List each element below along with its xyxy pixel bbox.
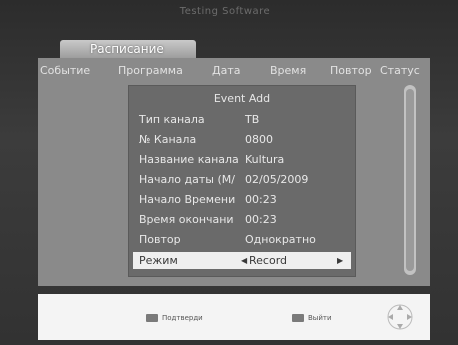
confirm-label: Подтверди (162, 314, 203, 322)
field-channel-name[interactable]: Название канала Kultura (133, 151, 351, 168)
field-channel-number[interactable]: № Канала 0800 (133, 131, 351, 148)
field-label: Начало даты (М/ (139, 173, 235, 186)
event-add-dialog: Event Add Тип канала ТВ № Канала 0800 На… (128, 85, 356, 277)
field-value: Kultura (245, 153, 285, 166)
dialog-title: Event Add (213, 92, 271, 105)
field-value: Однократно (245, 233, 316, 246)
field-label: Время окончани (139, 213, 234, 226)
field-start-date[interactable]: Начало даты (М/ 02/05/2009 (133, 171, 351, 188)
exit-button[interactable]: Выйти (292, 314, 332, 322)
column-headers: Событие Программа Дата Время Повтор Стат… (38, 64, 430, 80)
field-end-time[interactable]: Время окончани 00:23 (133, 211, 351, 228)
field-value: 00:23 (245, 193, 277, 206)
exit-key-icon (292, 314, 304, 322)
column-date: Дата (212, 64, 241, 77)
watermark: Testing Software (179, 6, 271, 17)
field-mode-selected[interactable]: Режим ◀ Record ▶ (133, 252, 351, 269)
dpad-icon (387, 304, 413, 330)
arrow-right-icon[interactable]: ▶ (337, 252, 343, 269)
column-event: Событие (40, 64, 91, 77)
column-repeat: Повтор (330, 64, 372, 77)
field-repeat[interactable]: Повтор Однократно (133, 231, 351, 248)
column-time: Время (270, 64, 307, 77)
field-label: Начало Времени (139, 193, 236, 206)
field-label: Режим (139, 254, 178, 267)
field-label: Повтор (139, 233, 181, 246)
exit-label: Выйти (308, 314, 332, 322)
field-start-time[interactable]: Начало Времени 00:23 (133, 191, 351, 208)
ok-key-icon (146, 314, 158, 322)
scrollbar-thumb[interactable] (406, 89, 414, 271)
field-label: Тип канала (139, 113, 205, 126)
field-value: 0800 (245, 133, 273, 146)
field-value: 02/05/2009 (245, 173, 309, 186)
column-program: Программа (118, 64, 183, 77)
field-label: Название канала (139, 153, 239, 166)
field-channel-type[interactable]: Тип канала ТВ (133, 111, 351, 128)
screen-background: Testing Software Расписание Событие Прог… (0, 0, 458, 345)
confirm-button[interactable]: Подтверди (146, 314, 203, 322)
column-status: Статус (380, 64, 420, 77)
field-value: 00:23 (245, 213, 277, 226)
footer-bar: Подтверди Выйти (38, 294, 430, 340)
arrow-left-icon[interactable]: ◀ (241, 252, 247, 269)
tab-schedule[interactable]: Расписание (60, 40, 196, 58)
scrollbar[interactable] (404, 85, 416, 275)
field-value: ТВ (245, 113, 260, 126)
field-label: № Канала (139, 133, 197, 146)
field-value: Record (249, 254, 288, 267)
